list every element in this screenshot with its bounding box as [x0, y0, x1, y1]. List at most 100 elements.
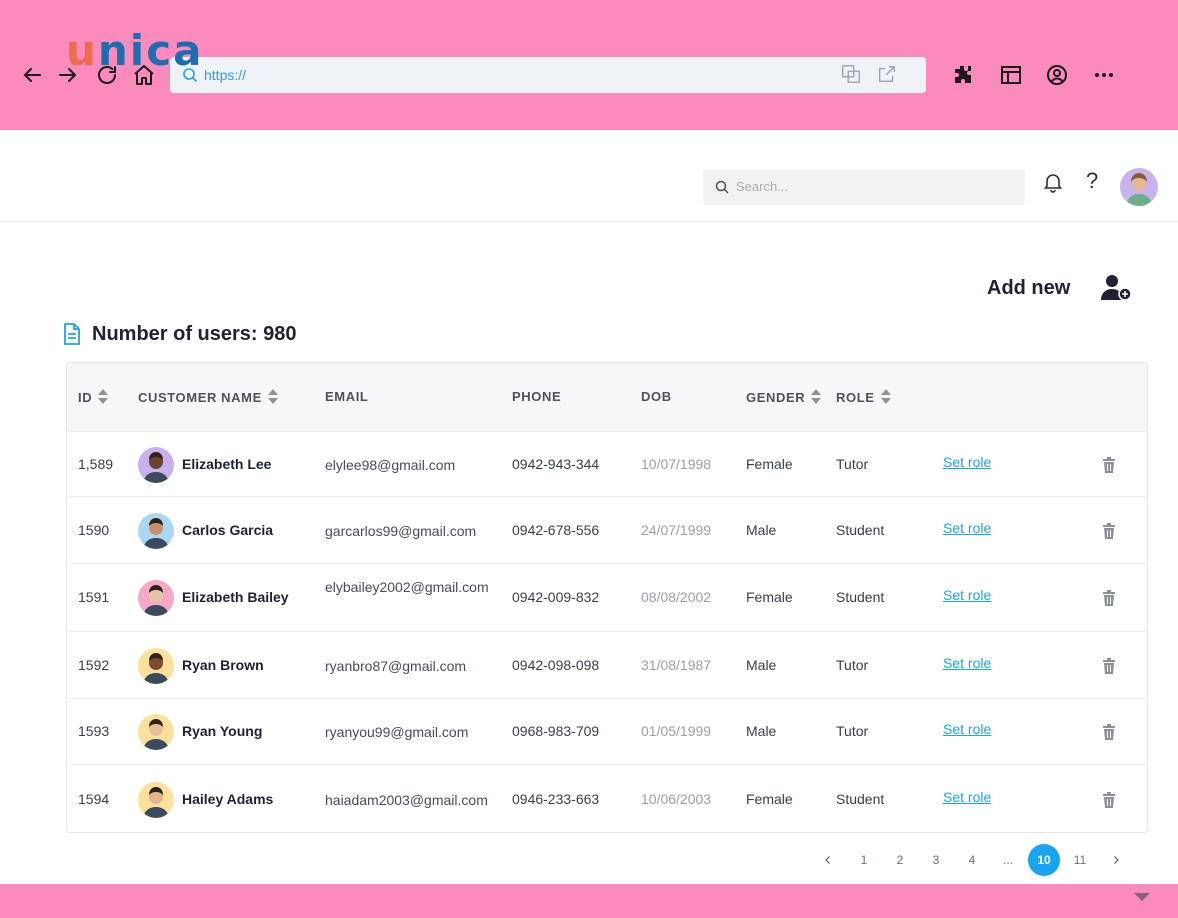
cell-role: Student [836, 589, 885, 605]
table-row: 1,589 Elizabeth Lee elylee98@gmail.com 0942… [67, 431, 1147, 496]
sort-icon[interactable] [880, 389, 891, 405]
prev-page-icon[interactable] [812, 844, 844, 876]
avatar [138, 647, 174, 684]
cell-dob: 31/08/1987 [641, 656, 712, 673]
page-button[interactable]: 2 [884, 844, 916, 876]
cell-dob: 01/05/1999 [641, 723, 712, 739]
table-row: 1594 Hailey Adams haiadam2003@gmail.com 094… [67, 764, 1147, 832]
cell-phone: 0968-983-709 [512, 723, 600, 739]
sort-icon[interactable] [811, 389, 822, 405]
cell-gender: Male [746, 723, 777, 739]
address-bar[interactable]: https:// [170, 57, 926, 93]
table-row: 1593 Ryan Young ryanyou99@gmail.com 0968-98… [67, 698, 1147, 764]
table-row: 1592 Ryan Brown ryanbro87@gmail.com 0942-09… [67, 631, 1147, 698]
page-ellipsis: ... [1002, 853, 1013, 867]
trash-icon[interactable] [1101, 456, 1117, 474]
cell-phone: 0942-098-098 [512, 656, 600, 673]
search-input[interactable]: Search... [703, 169, 1025, 205]
search-placeholder: Search... [736, 179, 789, 194]
help-icon[interactable]: ? [1086, 168, 1098, 194]
trash-icon[interactable] [1101, 791, 1117, 809]
cell-dob: 08/08/2002 [641, 589, 712, 605]
cell-customer-name: Hailey Adams [182, 790, 274, 807]
cell-email: garcarlos99@gmail.com [325, 522, 477, 539]
cell-customer-name: Elizabeth Bailey [182, 589, 289, 605]
cell-customer-name: Ryan Young [182, 723, 263, 739]
tab-overview-icon[interactable] [840, 63, 862, 85]
cell-role: Tutor [836, 656, 869, 673]
set-role-link[interactable]: Set role [943, 454, 991, 470]
cell-id: 1590 [78, 521, 110, 538]
next-page-icon[interactable] [1100, 844, 1132, 876]
page-button[interactable]: 10 [1028, 844, 1060, 876]
cell-email: haiadam2003@gmail.com [325, 791, 488, 808]
users-table: ID CUSTOMER NAME EMAIL PHONE DOB GENDER … [66, 362, 1148, 833]
add-user-icon[interactable] [1098, 272, 1134, 304]
notification-bell-icon[interactable] [1041, 170, 1065, 194]
users-count: Number of users: 980 [62, 322, 297, 346]
table-row: 1591 Elizabeth Bailey elybailey2002@gmail.… [67, 563, 1147, 631]
set-role-link[interactable]: Set role [943, 721, 991, 737]
back-arrow-icon[interactable] [19, 62, 45, 88]
column-header-email: EMAIL [325, 389, 369, 404]
cell-role: Tutor [836, 723, 869, 739]
column-header-gender[interactable]: GENDER [746, 389, 822, 405]
cell-email: elylee98@gmail.com [325, 456, 456, 473]
users-count-label: Number of users: 980 [92, 322, 297, 345]
cell-id: 1593 [78, 723, 110, 739]
column-header-customer-name[interactable]: CUSTOMER NAME [138, 389, 278, 405]
page-button[interactable]: 3 [920, 844, 952, 876]
share-icon[interactable] [876, 63, 898, 85]
sidebar-layout-icon[interactable] [998, 62, 1024, 88]
cell-id: 1,589 [78, 455, 114, 472]
cell-gender: Female [746, 455, 793, 472]
trash-icon[interactable] [1101, 723, 1117, 741]
avatar [138, 512, 174, 549]
cell-dob: 24/07/1999 [641, 521, 712, 538]
column-header-role[interactable]: ROLE [836, 389, 891, 405]
logo-u: u [66, 26, 98, 75]
avatar [138, 446, 174, 483]
column-header-phone: PHONE [512, 389, 562, 404]
cell-role: Student [836, 790, 885, 807]
add-new-label[interactable]: Add new [987, 277, 1070, 300]
sort-icon[interactable] [267, 389, 278, 405]
unica-logo[interactable]: unica [66, 30, 203, 72]
extensions-icon[interactable] [950, 62, 976, 88]
page-button[interactable]: 1 [848, 844, 880, 876]
more-options-icon[interactable] [1091, 62, 1117, 88]
scroll-down-icon[interactable] [1134, 893, 1150, 901]
cell-id: 1591 [78, 589, 110, 605]
set-role-link[interactable]: Set role [943, 655, 991, 671]
cell-role: Tutor [836, 455, 869, 472]
set-role-link[interactable]: Set role [943, 587, 991, 603]
logo-rest: nica [97, 26, 204, 75]
cell-customer-name: Ryan Brown [182, 656, 264, 673]
cell-email: elybailey2002@gmail.com [325, 579, 489, 595]
user-avatar[interactable] [1120, 168, 1158, 206]
avatar [138, 781, 174, 818]
profile-icon[interactable] [1044, 62, 1070, 88]
url-text[interactable]: https:// [204, 67, 246, 83]
cell-gender: Female [746, 790, 793, 807]
set-role-link[interactable]: Set role [943, 789, 991, 805]
cell-email: ryanyou99@gmail.com [325, 724, 469, 740]
page-button[interactable]: 4 [956, 844, 988, 876]
page-button[interactable]: 11 [1064, 844, 1096, 876]
trash-icon[interactable] [1101, 589, 1117, 607]
bottom-bar [0, 884, 1178, 918]
cell-customer-name: Carlos Garcia [182, 521, 274, 538]
document-icon [64, 323, 80, 345]
trash-icon[interactable] [1101, 522, 1117, 540]
cell-id: 1594 [78, 790, 110, 807]
sort-icon[interactable] [98, 389, 109, 405]
cell-gender: Male [746, 521, 777, 538]
cell-dob: 10/07/1998 [641, 455, 712, 472]
set-role-link[interactable]: Set role [943, 520, 991, 536]
trash-icon[interactable] [1101, 657, 1117, 675]
cell-gender: Male [746, 656, 777, 673]
avatar [138, 714, 174, 750]
column-header-id[interactable]: ID [78, 389, 109, 405]
table-header: ID CUSTOMER NAME EMAIL PHONE DOB GENDER … [67, 363, 1147, 431]
cell-id: 1592 [78, 656, 110, 673]
